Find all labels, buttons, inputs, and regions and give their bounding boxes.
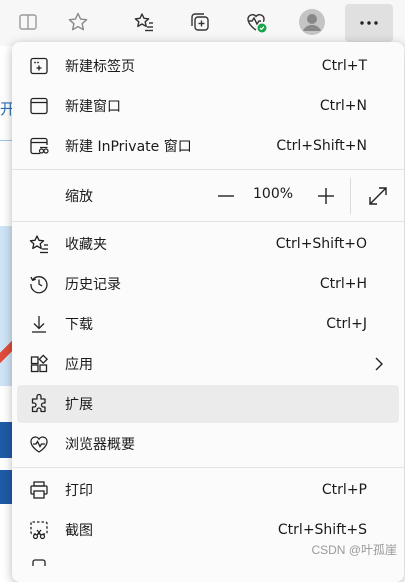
menu-item-label: 浏览器概要 xyxy=(65,437,135,453)
menu-item-label: 应用 xyxy=(65,357,93,373)
new-tab-icon xyxy=(30,57,48,75)
watermark: CSDN @叶孤崖 xyxy=(311,543,397,557)
menu-item-shortcut: Ctrl+Shift+N xyxy=(276,138,367,154)
new-window-icon xyxy=(30,97,48,115)
menu-item-label: 扩展 xyxy=(65,397,93,413)
inprivate-window-icon xyxy=(30,137,49,155)
chevron-right-icon xyxy=(375,357,383,371)
menu-item-label: 收藏夹 xyxy=(65,237,107,253)
favorite-star-icon[interactable] xyxy=(62,6,94,38)
menu-item-shortcut: Ctrl+Shift+O xyxy=(275,236,367,252)
menu-item-downloads[interactable]: 下载 Ctrl+J xyxy=(17,305,399,343)
menu-item-label: 历史记录 xyxy=(65,277,121,293)
browser-health-icon[interactable] xyxy=(240,6,272,38)
menu-item-new-tab[interactable]: 新建标签页 Ctrl+T xyxy=(17,47,399,85)
extensions-icon xyxy=(31,394,46,413)
zoom-control-row: 缩放 100% xyxy=(17,172,399,220)
screenshot-icon xyxy=(30,521,48,540)
menu-item-new-inprivate-window[interactable]: 新建 InPrivate 窗口 Ctrl+Shift+N xyxy=(17,127,399,165)
menu-item-print[interactable]: 打印 Ctrl+P xyxy=(17,471,399,509)
menu-item-shortcut: Ctrl+T xyxy=(321,58,367,74)
zoom-divider xyxy=(350,178,351,214)
more-options-icon[interactable] xyxy=(345,4,393,42)
menu-item-shortcut: Ctrl+J xyxy=(326,316,367,332)
history-icon xyxy=(30,276,48,294)
favorites-icon xyxy=(29,235,48,254)
menu-divider xyxy=(12,221,404,222)
partial-menu-icon xyxy=(32,559,46,566)
menu-item-shortcut: Ctrl+Shift+S xyxy=(277,522,367,538)
menu-item-shortcut: Ctrl+H xyxy=(319,276,367,292)
menu-item-history[interactable]: 历史记录 Ctrl+H xyxy=(17,265,399,303)
menu-item-favorites[interactable]: 收藏夹 Ctrl+Shift+O xyxy=(17,225,399,263)
settings-and-more-menu: 新建标签页 Ctrl+T 新建窗口 Ctrl+N 新建 InPrivate 窗口… xyxy=(12,42,404,582)
browser-essentials-icon xyxy=(30,436,48,453)
menu-item-label: 截图 xyxy=(65,523,93,539)
menu-item-label: 新建标签页 xyxy=(65,59,135,75)
download-icon xyxy=(32,316,46,333)
minus-icon xyxy=(218,195,234,197)
menu-item-apps[interactable]: 应用 xyxy=(17,345,399,383)
split-screen-icon[interactable] xyxy=(12,6,44,38)
apps-icon xyxy=(30,354,49,373)
menu-item-label: 下载 xyxy=(65,317,93,333)
zoom-out-button[interactable] xyxy=(213,183,239,209)
plus-icon xyxy=(318,188,334,204)
zoom-label: 缩放 xyxy=(65,189,93,205)
full-screen-icon xyxy=(369,187,387,205)
menu-item-browser-essentials[interactable]: 浏览器概要 xyxy=(17,425,399,463)
menu-item-label: 新建窗口 xyxy=(65,99,121,115)
browser-toolbar xyxy=(0,0,405,46)
menu-item-label: 新建 InPrivate 窗口 xyxy=(65,139,192,155)
page-banner-accent xyxy=(0,332,12,372)
collections-icon[interactable] xyxy=(184,6,216,38)
page-blue-block xyxy=(0,422,12,458)
zoom-in-button[interactable] xyxy=(313,183,339,209)
menu-item-extensions[interactable]: 扩展 xyxy=(17,385,399,423)
zoom-level-value: 100% xyxy=(253,186,294,202)
menu-divider xyxy=(12,467,404,468)
menu-item-shortcut: Ctrl+N xyxy=(319,98,367,114)
menu-item-new-window[interactable]: 新建窗口 Ctrl+N xyxy=(17,87,399,125)
favorites-list-icon[interactable] xyxy=(128,6,160,38)
full-screen-button[interactable] xyxy=(365,183,391,209)
print-icon xyxy=(30,481,48,499)
menu-item-label: 打印 xyxy=(65,483,93,499)
menu-item-shortcut: Ctrl+P xyxy=(321,482,367,498)
page-blue-block xyxy=(0,470,12,504)
profile-avatar-icon[interactable] xyxy=(296,6,328,38)
menu-divider xyxy=(12,169,404,170)
